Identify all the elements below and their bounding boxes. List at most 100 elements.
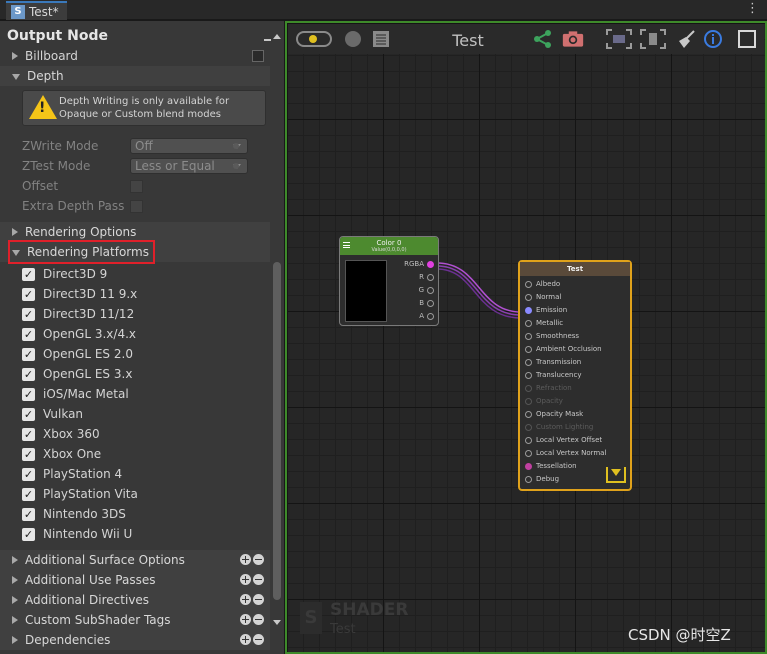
platform-item[interactable]: ✓ Nintendo 3DS bbox=[22, 504, 126, 524]
port-dot-icon[interactable] bbox=[525, 332, 532, 340]
expand-arrow-icon[interactable] bbox=[12, 596, 18, 604]
input-port[interactable]: Refraction bbox=[525, 384, 572, 392]
input-port[interactable]: Metallic bbox=[525, 319, 563, 327]
platform-item[interactable]: ✓ Xbox One bbox=[22, 444, 101, 464]
platform-item[interactable]: ✓ Direct3D 9 bbox=[22, 264, 107, 284]
more-options-icon[interactable]: ⋮ bbox=[746, 1, 759, 16]
port-dot-icon[interactable] bbox=[525, 280, 532, 288]
remove-icon[interactable] bbox=[253, 614, 264, 625]
screenshot-camera-icon[interactable] bbox=[562, 29, 584, 49]
section-additional-directives[interactable]: Additional Directives bbox=[0, 590, 270, 610]
expand-arrow-icon[interactable] bbox=[12, 616, 18, 624]
platform-item[interactable]: ✓ PlayStation 4 bbox=[22, 464, 122, 484]
checkbox-checked-icon[interactable]: ✓ bbox=[22, 387, 35, 401]
zwrite-mode-dropdown[interactable]: Off bbox=[130, 138, 248, 154]
checkbox-checked-icon[interactable]: ✓ bbox=[22, 327, 35, 341]
output-port[interactable]: R bbox=[419, 273, 434, 281]
add-icon[interactable] bbox=[240, 574, 251, 585]
output-port[interactable]: G bbox=[419, 286, 434, 294]
port-dot-icon[interactable] bbox=[525, 345, 532, 353]
checkbox-checked-icon[interactable]: ✓ bbox=[22, 527, 35, 541]
output-port[interactable]: A bbox=[419, 312, 434, 320]
input-port[interactable]: Translucency bbox=[525, 371, 581, 379]
output-port[interactable]: RGBA bbox=[404, 260, 434, 268]
menu-icon[interactable] bbox=[343, 242, 350, 248]
remove-icon[interactable] bbox=[253, 594, 264, 605]
live-preview-icon[interactable] bbox=[296, 29, 332, 49]
focus-selection-icon[interactable] bbox=[640, 29, 666, 49]
input-port[interactable]: Custom Lighting bbox=[525, 423, 593, 431]
port-dot-icon[interactable] bbox=[427, 299, 434, 307]
section-dependencies[interactable]: Dependencies bbox=[0, 630, 270, 650]
platform-item[interactable]: ✓ Vulkan bbox=[22, 404, 83, 424]
remove-icon[interactable] bbox=[253, 574, 264, 585]
color-swatch[interactable] bbox=[345, 260, 387, 322]
section-depth[interactable]: Depth bbox=[0, 66, 270, 86]
billboard-checkbox[interactable] bbox=[252, 50, 264, 62]
platform-item[interactable]: ✓ OpenGL 3.x/4.x bbox=[22, 324, 136, 344]
port-dot-icon[interactable] bbox=[525, 475, 532, 483]
platform-item[interactable]: ✓ OpenGL ES 2.0 bbox=[22, 344, 133, 364]
output-node-title[interactable]: Test bbox=[520, 262, 630, 276]
port-dot-icon[interactable] bbox=[525, 397, 532, 405]
info-icon[interactable] bbox=[702, 29, 724, 49]
section-custom-subshader-tags[interactable]: Custom SubShader Tags bbox=[0, 610, 270, 630]
port-dot-icon[interactable] bbox=[525, 358, 532, 366]
platform-item[interactable]: ✓ OpenGL ES 3.x bbox=[22, 364, 132, 384]
input-port[interactable]: Opacity Mask bbox=[525, 410, 583, 418]
color-node[interactable]: Color 0 Value(0,0,0,0) RGBA R G B A bbox=[339, 236, 439, 326]
input-port[interactable]: Opacity bbox=[525, 397, 563, 405]
port-dot-icon[interactable] bbox=[427, 312, 434, 320]
port-dot-icon[interactable] bbox=[525, 293, 532, 301]
cleanup-broom-icon[interactable] bbox=[676, 29, 698, 49]
platform-item[interactable]: ✓ Xbox 360 bbox=[22, 424, 100, 444]
checkbox-checked-icon[interactable]: ✓ bbox=[22, 467, 35, 481]
port-dot-icon[interactable] bbox=[525, 384, 532, 392]
expand-arrow-icon[interactable] bbox=[12, 556, 18, 564]
expand-arrow-icon[interactable] bbox=[12, 576, 18, 584]
collapse-arrow-icon[interactable] bbox=[12, 74, 20, 80]
material-preview-icon[interactable] bbox=[342, 29, 364, 49]
maximize-icon[interactable] bbox=[736, 29, 758, 49]
add-icon[interactable] bbox=[240, 614, 251, 625]
port-dot-icon[interactable] bbox=[427, 286, 434, 294]
expand-arrow-icon[interactable] bbox=[12, 52, 18, 60]
checkbox-checked-icon[interactable]: ✓ bbox=[22, 307, 35, 321]
checkbox-checked-icon[interactable]: ✓ bbox=[22, 487, 35, 501]
section-rendering-options[interactable]: Rendering Options bbox=[0, 222, 270, 242]
section-additional-use-passes[interactable]: Additional Use Passes bbox=[0, 570, 270, 590]
port-dot-icon[interactable] bbox=[427, 260, 434, 268]
scrollbar-thumb[interactable] bbox=[273, 262, 281, 600]
remove-icon[interactable] bbox=[253, 554, 264, 565]
add-icon[interactable] bbox=[240, 554, 251, 565]
platform-item[interactable]: ✓ Direct3D 11 9.x bbox=[22, 284, 137, 304]
expand-arrow-icon[interactable] bbox=[12, 636, 18, 644]
input-port[interactable]: Local Vertex Offset bbox=[525, 436, 602, 444]
checkbox-checked-icon[interactable]: ✓ bbox=[22, 267, 35, 281]
platform-item[interactable]: ✓ iOS/Mac Metal bbox=[22, 384, 129, 404]
input-port[interactable]: Normal bbox=[525, 293, 561, 301]
scroll-up-icon[interactable] bbox=[273, 34, 281, 39]
section-billboard[interactable]: Billboard bbox=[0, 46, 270, 66]
port-dot-icon[interactable] bbox=[525, 319, 532, 327]
offset-checkbox[interactable] bbox=[130, 179, 143, 193]
input-port[interactable]: Debug bbox=[525, 475, 559, 483]
scroll-down-icon[interactable] bbox=[273, 620, 281, 625]
extra-depth-pass-checkbox[interactable] bbox=[130, 199, 143, 213]
input-port[interactable]: Smoothness bbox=[525, 332, 579, 340]
port-dot-icon[interactable] bbox=[427, 273, 434, 281]
tab-test[interactable]: S Test* bbox=[6, 1, 67, 20]
checkbox-checked-icon[interactable]: ✓ bbox=[22, 507, 35, 521]
checkbox-checked-icon[interactable]: ✓ bbox=[22, 427, 35, 441]
input-port[interactable]: Emission bbox=[525, 306, 567, 314]
input-port[interactable]: Albedo bbox=[525, 280, 560, 288]
section-additional-surface-options[interactable]: Additional Surface Options bbox=[0, 550, 270, 570]
output-port[interactable]: B bbox=[419, 299, 434, 307]
add-icon[interactable] bbox=[240, 634, 251, 645]
ztest-mode-dropdown[interactable]: Less or Equal bbox=[130, 158, 248, 174]
add-icon[interactable] bbox=[240, 594, 251, 605]
expand-arrow-icon[interactable] bbox=[12, 228, 18, 236]
checkbox-checked-icon[interactable]: ✓ bbox=[22, 287, 35, 301]
input-port[interactable]: Transmission bbox=[525, 358, 581, 366]
checkbox-checked-icon[interactable]: ✓ bbox=[22, 347, 35, 361]
